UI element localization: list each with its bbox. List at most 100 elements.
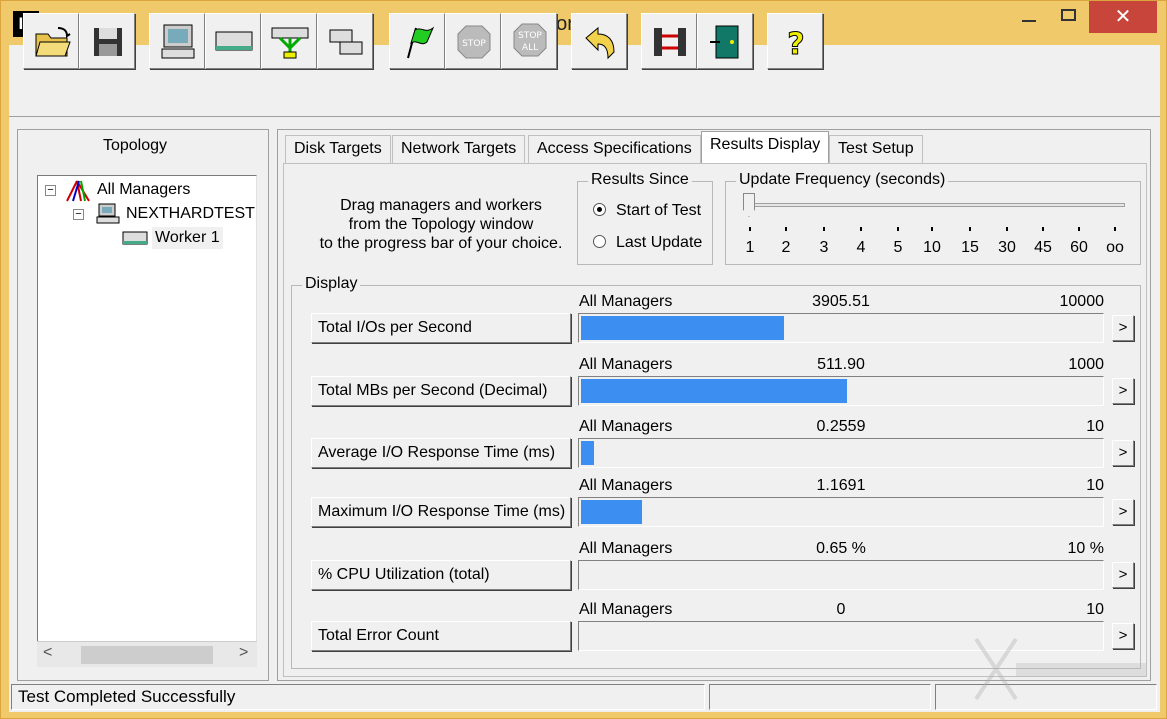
- minimize-button[interactable]: [1013, 1, 1045, 33]
- metric-select-button[interactable]: Total Error Count: [311, 621, 571, 651]
- results-since-group: Results Since: [577, 171, 713, 265]
- tab-disk-targets[interactable]: Disk Targets: [285, 135, 391, 163]
- metric-select-button[interactable]: % CPU Utilization (total): [311, 560, 571, 590]
- metric-max: 1000: [1068, 356, 1104, 373]
- tree-node-manager[interactable]: NEXTHARDTEST: [126, 203, 255, 225]
- stop-all-button[interactable]: STOP ALL: [501, 13, 557, 69]
- start-manager-button[interactable]: [149, 13, 205, 69]
- metric-more-button[interactable]: >: [1112, 499, 1134, 525]
- scroll-right-icon[interactable]: >: [239, 644, 248, 662]
- disk-worker-icon: [122, 231, 148, 245]
- scroll-thumb[interactable]: [81, 646, 213, 664]
- slider-tick-label: 15: [961, 239, 979, 256]
- tab-test-setup[interactable]: Test Setup: [829, 135, 923, 163]
- radio-last-update[interactable]: Last Update: [593, 234, 702, 252]
- metric-max: 10000: [1059, 293, 1105, 310]
- about-button[interactable]: ?: [767, 13, 823, 69]
- metric-select-button[interactable]: Maximum I/O Response Time (ms): [311, 497, 571, 527]
- update-frequency-slider-track[interactable]: [749, 203, 1125, 207]
- status-cell-2: [709, 684, 931, 710]
- drag-hint: Drag managers and workers from the Topol…: [307, 196, 575, 253]
- hint-line: to the progress bar of your choice.: [319, 235, 563, 252]
- floppy-disk-icon: [94, 28, 122, 56]
- topology-title: Topology: [102, 137, 168, 154]
- metric-value: 0.65 %: [816, 540, 866, 557]
- svg-text:ALL: ALL: [522, 43, 538, 53]
- metric-max: 10 %: [1067, 540, 1104, 557]
- start-tests-button[interactable]: [389, 13, 445, 69]
- metric-max: 10: [1086, 418, 1104, 435]
- radio-dot[interactable]: [593, 203, 606, 216]
- maximize-button[interactable]: [1053, 1, 1085, 33]
- tab-results-display[interactable]: Results Display: [701, 131, 830, 163]
- metric-more-button[interactable]: >: [1112, 378, 1134, 404]
- slider-tick: [860, 227, 862, 231]
- save-config-button[interactable]: [79, 13, 135, 69]
- reset-workers-button[interactable]: [571, 13, 627, 69]
- tree-expander-manager[interactable]: −: [73, 209, 84, 220]
- stop-button[interactable]: STOP: [445, 13, 501, 69]
- metric-progress-bar[interactable]: [578, 313, 1104, 343]
- tab-access-specifications[interactable]: Access Specifications: [528, 135, 701, 163]
- display-title: Display: [302, 275, 361, 293]
- slider-tick: [1114, 227, 1116, 231]
- close-icon: ✕: [1114, 6, 1132, 28]
- topology-horizontal-scrollbar[interactable]: < >: [37, 641, 257, 667]
- exit-button[interactable]: [697, 13, 753, 69]
- hint-line: from the Topology window: [348, 216, 534, 233]
- slider-tick: [749, 227, 751, 231]
- radio-dot[interactable]: [593, 235, 606, 248]
- metric-more-button[interactable]: >: [1112, 440, 1134, 466]
- tree-node-all-managers[interactable]: All Managers: [97, 179, 190, 201]
- tab-network-targets[interactable]: Network Targets: [392, 135, 526, 163]
- slider-tick: [823, 227, 825, 231]
- tree-node-worker[interactable]: Worker 1: [152, 227, 223, 249]
- slider-tick-label: 5: [893, 239, 903, 256]
- metric-progress-bar[interactable]: [578, 376, 1104, 406]
- metric-value: 0.2559: [816, 418, 866, 435]
- open-config-button[interactable]: [23, 13, 79, 69]
- slider-tick: [969, 227, 971, 231]
- metric-select-button[interactable]: Average I/O Response Time (ms): [311, 438, 571, 468]
- duplicate-worker-button[interactable]: [317, 13, 373, 69]
- metric-max: 10: [1086, 601, 1104, 618]
- metric-progress-bar[interactable]: [578, 497, 1104, 527]
- undo-arrow-icon: [585, 26, 615, 60]
- metric-value: 3905.51: [812, 293, 870, 310]
- metric-progress-fill: [581, 316, 784, 340]
- tree-expander-all-managers[interactable]: −: [45, 185, 56, 196]
- app-window: Io Iometer ✕ STOP STOPALL ?: [0, 0, 1167, 719]
- slider-tick: [1006, 227, 1008, 231]
- start-network-worker-button[interactable]: [261, 13, 317, 69]
- maximize-icon: [1061, 9, 1076, 21]
- metric-source: All Managers: [579, 418, 673, 435]
- slider-tick-label: 45: [1034, 239, 1052, 256]
- minimize-icon: [1022, 20, 1036, 22]
- metric-progress-bar[interactable]: [578, 438, 1104, 468]
- metric-progress-bar[interactable]: [578, 560, 1104, 590]
- slider-tick: [931, 227, 933, 231]
- radio-start-of-test[interactable]: Start of Test: [593, 202, 701, 220]
- disconnect-button[interactable]: [641, 13, 697, 69]
- svg-text:?: ?: [787, 27, 804, 62]
- slider-tick-label: 3: [819, 239, 829, 256]
- metric-more-button[interactable]: >: [1112, 562, 1134, 588]
- radio-label: Last Update: [616, 234, 703, 251]
- metric-source: All Managers: [579, 540, 673, 557]
- metric-more-button[interactable]: >: [1112, 315, 1134, 341]
- metric-value: 511.90: [817, 356, 865, 373]
- svg-text:STOP: STOP: [462, 39, 486, 49]
- hint-line: Drag managers and workers: [340, 197, 542, 214]
- exit-door-icon: [710, 25, 739, 59]
- duplicate-icon: [329, 29, 363, 55]
- slider-tick-label: oo: [1106, 239, 1124, 256]
- scroll-left-icon[interactable]: <: [43, 644, 52, 662]
- all-managers-icon: [66, 180, 90, 202]
- start-disk-worker-button[interactable]: [205, 13, 261, 69]
- metric-select-button[interactable]: Total MBs per Second (Decimal): [311, 376, 571, 406]
- open-folder-icon: [35, 27, 71, 57]
- results-since-title: Results Since: [588, 171, 692, 189]
- close-button[interactable]: ✕: [1089, 1, 1157, 33]
- metric-select-button[interactable]: Total I/Os per Second: [311, 313, 571, 343]
- slider-tick-label: 2: [781, 239, 791, 256]
